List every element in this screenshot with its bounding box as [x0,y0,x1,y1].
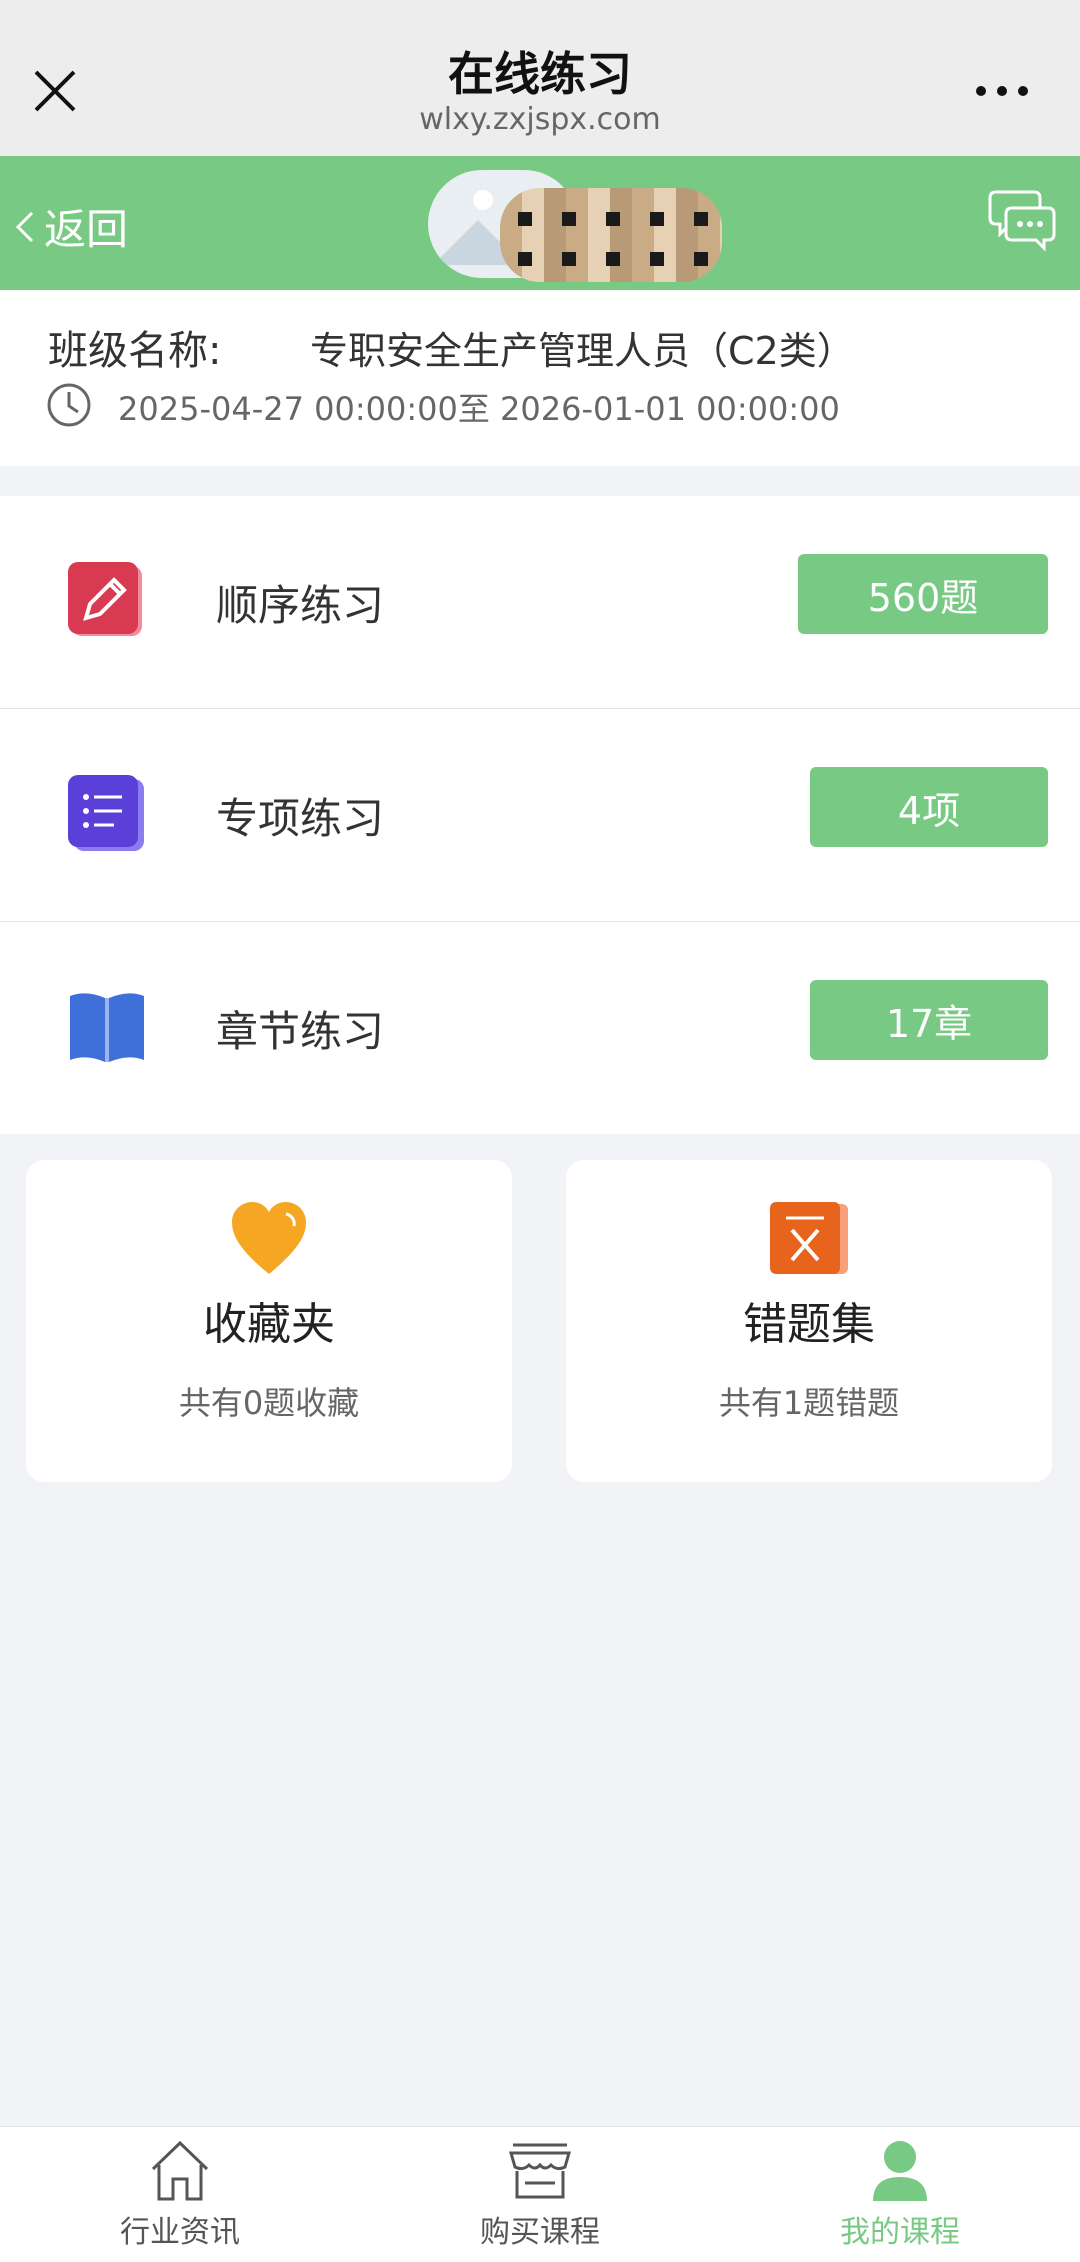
page-title: 在线练习 [448,47,632,101]
practice-item-label: 顺序练习 [216,581,385,630]
mistakes-title: 错题集 [743,1299,875,1350]
wrong-answer-icon [770,1202,848,1274]
page-url: wlxy.zxjspx.com [419,102,661,137]
practice-item-label: 专项练习 [216,794,385,843]
chat-icon[interactable] [988,186,1056,252]
list-icon [68,775,144,851]
class-info-panel: 班级名称: 专职安全生产管理人员（C2类） 2025-04-27 00:00:0… [0,290,1080,466]
book-icon [70,993,144,1062]
tab-buy-courses[interactable]: 购买课程 [440,2137,640,2251]
tab-my-courses[interactable]: 我的课程 [800,2137,1000,2251]
tab-label: 行业资讯 [120,2215,240,2250]
store-icon [509,2143,571,2199]
user-icon [873,2141,927,2201]
tab-label: 我的课程 [840,2215,960,2250]
practice-item-label: 章节练习 [216,1007,385,1056]
chevron-left-icon [15,211,34,242]
class-name-value: 专职安全生产管理人员（C2类） [310,329,855,373]
mistakes-card[interactable]: 错题集 共有1题错题 [566,1160,1052,1482]
app-header: 返回 [0,156,1080,290]
browser-top-bar: 在线练习 wlxy.zxjspx.com [0,0,1080,156]
tab-label: 购买课程 [480,2215,600,2250]
back-button[interactable]: 返回 [14,196,128,257]
more-options-icon[interactable] [974,84,1030,98]
bottom-tab-bar: 行业资讯 购买课程 我的课程 [0,2126,1080,2262]
practice-item-sequential[interactable]: 顺序练习 560题 [0,496,1080,709]
clock-icon [47,383,91,427]
class-date-range: 2025-04-27 00:00:00至 2026-01-01 00:00:00 [118,390,840,428]
class-name-label: 班级名称: [48,328,222,374]
blurred-name-mosaic [500,188,722,282]
practice-item-chapter[interactable]: 章节练习 17章 [0,922,1080,1134]
topic-count-badge[interactable]: 4项 [810,767,1048,847]
heart-icon [232,1202,306,1274]
practice-list: 顺序练习 560题 专项练习 4项 章节练习 17章 [0,496,1080,1134]
pencil-icon [68,562,142,636]
favorites-card[interactable]: 收藏夹 共有0题收藏 [26,1160,512,1482]
back-label: 返回 [44,205,129,254]
tab-industry-news[interactable]: 行业资讯 [80,2137,280,2251]
home-icon [151,2140,209,2201]
favorites-title: 收藏夹 [203,1299,335,1350]
question-count-badge[interactable]: 560题 [798,554,1048,634]
chapter-count-badge[interactable]: 17章 [810,980,1048,1060]
practice-item-special[interactable]: 专项练习 4项 [0,709,1080,922]
favorites-count: 共有0题收藏 [178,1384,360,1422]
mistakes-count: 共有1题错题 [718,1384,900,1422]
